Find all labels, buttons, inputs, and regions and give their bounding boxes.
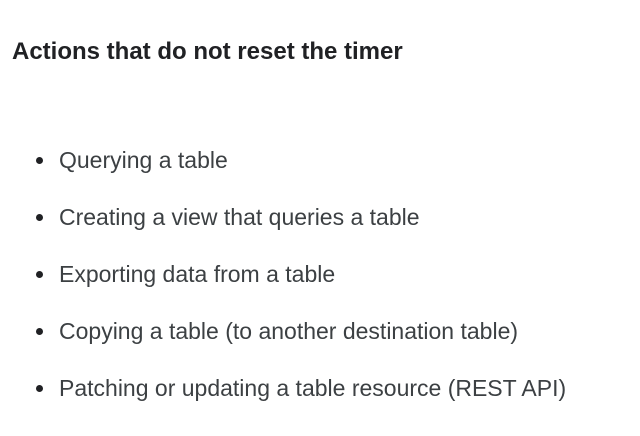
list-item: Copying a table (to another destination … (0, 313, 640, 370)
list-item-text: Copying a table (to another destination … (59, 318, 519, 344)
section-heading: Actions that do not reset the timer (12, 38, 403, 65)
bullet-icon (36, 328, 43, 335)
list-item: Creating a view that queries a table (0, 199, 640, 256)
bullet-icon (36, 157, 43, 164)
list-item-text: Creating a view that queries a table (59, 204, 420, 230)
list-item: Exporting data from a table (0, 256, 640, 313)
list-item-text: Patching or updating a table resource (R… (59, 375, 567, 401)
bullet-icon (36, 214, 43, 221)
list-item: Querying a table (0, 142, 640, 199)
bullet-icon (36, 271, 43, 278)
actions-list: Querying a table Creating a view that qu… (0, 142, 640, 427)
list-item-text: Exporting data from a table (59, 261, 336, 287)
list-item-text: Querying a table (59, 147, 228, 173)
list-item: Patching or updating a table resource (R… (0, 370, 640, 427)
bullet-icon (36, 385, 43, 392)
